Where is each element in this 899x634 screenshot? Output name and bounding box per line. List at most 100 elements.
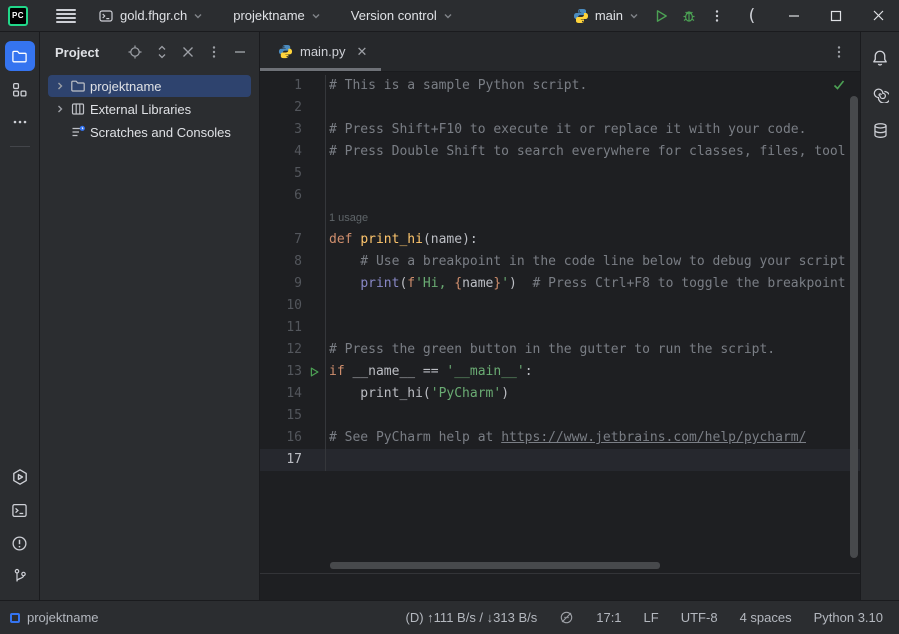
project-folder-icon[interactable] (5, 41, 35, 71)
gutter-slot (302, 75, 326, 97)
run-button[interactable] (647, 2, 675, 30)
horizontal-scrollbar[interactable] (330, 562, 660, 569)
code-line-3[interactable]: 3# Press Shift+F10 to execute it or repl… (260, 119, 860, 141)
ai-assistant-icon[interactable] (865, 79, 895, 109)
inspections-ok-check-icon[interactable] (832, 78, 846, 92)
line-number: 4 (260, 141, 302, 163)
line-number: 17 (260, 449, 302, 471)
code-line-2[interactable]: 2 (260, 97, 860, 119)
line-number: 10 (260, 295, 302, 317)
remote-host-button[interactable]: gold.fhgr.ch (90, 4, 211, 28)
code-line-14[interactable]: 14 print_hi('PyCharm') (260, 383, 860, 405)
project-selector-button[interactable]: projektname (225, 4, 329, 27)
usages-inlay-hint[interactable]: 1 usage (326, 207, 368, 229)
crescent-icon[interactable]: ( (731, 0, 773, 32)
version-control-icon[interactable] (5, 561, 35, 591)
gutter-slot (302, 339, 326, 361)
more-actions-icon[interactable] (703, 2, 731, 30)
project-tree: projektnameExternal LibrariesScratches a… (40, 72, 259, 143)
project-status-icon (10, 613, 20, 623)
code-line-10[interactable]: 10 (260, 295, 860, 317)
tab-bar-more-icon[interactable] (832, 45, 860, 59)
line-separator-widget[interactable]: LF (644, 610, 659, 625)
interpreter-widget[interactable]: Python 3.10 (814, 610, 883, 625)
project-panel-title: Project (55, 45, 99, 60)
chevron-right-icon[interactable] (51, 104, 68, 114)
line-number: 13 (260, 361, 302, 383)
notifications-icon[interactable] (865, 43, 895, 73)
line-number: 7 (260, 229, 302, 251)
gutter-slot (302, 141, 326, 163)
code-line-4[interactable]: 4# Press Double Shift to search everywhe… (260, 141, 860, 163)
tree-item-external-libraries[interactable]: External Libraries (48, 98, 251, 120)
left-strip-bottom (5, 459, 35, 594)
code-line-5[interactable]: 5 (260, 163, 860, 185)
hide-panel-icon[interactable] (233, 45, 247, 59)
debug-button[interactable] (675, 2, 703, 30)
inlay-row: 1 usage (260, 207, 860, 229)
tree-item-projektname[interactable]: projektname (48, 75, 251, 97)
services-icon[interactable] (5, 462, 35, 492)
chevron-down-icon (193, 11, 203, 21)
left-strip-top (5, 38, 35, 140)
code-line-1[interactable]: 1# This is a sample Python script. (260, 75, 860, 97)
version-control-button[interactable]: Version control (343, 4, 461, 27)
database-icon[interactable] (865, 115, 895, 145)
run-line-gutter-icon[interactable] (302, 361, 326, 383)
main-menu-burger-icon[interactable] (56, 9, 76, 23)
python-file-icon (278, 44, 293, 59)
gutter-slot (302, 383, 326, 405)
line-number: 5 (260, 163, 302, 185)
more-tool-windows-icon[interactable] (5, 107, 35, 137)
chevron-right-icon[interactable] (51, 81, 68, 91)
close-button[interactable] (857, 0, 899, 32)
line-number: 16 (260, 427, 302, 449)
line-number: 8 (260, 251, 302, 273)
locate-file-icon[interactable] (127, 44, 143, 60)
code-line-11[interactable]: 11 (260, 317, 860, 339)
code-line-13[interactable]: 13if __name__ == '__main__': (260, 361, 860, 383)
gutter-slot (302, 119, 326, 141)
code-line-7[interactable]: 7def print_hi(name): (260, 229, 860, 251)
code-line-8[interactable]: 8 # Use a breakpoint in the code line be… (260, 251, 860, 273)
structure-icon[interactable] (5, 74, 35, 104)
remote-terminal-icon (98, 8, 114, 24)
strip-divider (10, 146, 30, 147)
code-line-15[interactable]: 15 (260, 405, 860, 427)
library-icon (68, 101, 88, 117)
line-number: 6 (260, 185, 302, 207)
more-options-icon[interactable] (207, 45, 221, 59)
code-line-16[interactable]: 16# See PyCharm help at https://www.jetb… (260, 427, 860, 449)
gutter-slot (302, 97, 326, 119)
statusbar-project-name: projektname (27, 610, 99, 625)
vertical-scrollbar[interactable] (850, 96, 858, 558)
problems-icon[interactable] (5, 528, 35, 558)
code-line-12[interactable]: 12# Press the green button in the gutter… (260, 339, 860, 361)
minimize-button[interactable] (773, 0, 815, 32)
terminal-icon[interactable] (5, 495, 35, 525)
gutter-slot (302, 295, 326, 317)
tree-item-scratches-and-consoles[interactable]: Scratches and Consoles (48, 121, 251, 143)
chevron-down-icon (443, 11, 453, 21)
tab-main-py[interactable]: main.py ✕ (260, 32, 381, 71)
line-number: 3 (260, 119, 302, 141)
left-tool-strip (0, 32, 40, 600)
expand-collapse-icon[interactable] (155, 44, 169, 60)
encoding-widget[interactable]: UTF-8 (681, 610, 718, 625)
gutter-slot (302, 449, 326, 471)
code-editor[interactable]: 1# This is a sample Python script.23# Pr… (260, 72, 860, 600)
code-line-17[interactable]: 17 (260, 449, 860, 471)
gutter-slot (302, 229, 326, 251)
indent-widget[interactable]: 4 spaces (740, 610, 792, 625)
title-bar: PC gold.fhgr.ch projektname Version cont… (0, 0, 899, 32)
maximize-button[interactable] (815, 0, 857, 32)
code-line-9[interactable]: 9 print(f'Hi, {name}') # Press Ctrl+F8 t… (260, 273, 860, 295)
highlighting-off-icon[interactable] (559, 610, 574, 625)
tab-close-icon[interactable]: ✕ (353, 44, 368, 60)
project-tool-window: Project projektnameExternal Libr (40, 32, 260, 600)
caret-position-widget[interactable]: 17:1 (596, 610, 621, 625)
network-stats: (D) ↑111 B/s / ↓313 B/s (406, 610, 538, 625)
collapse-all-icon[interactable] (181, 45, 195, 59)
code-line-6[interactable]: 6 (260, 185, 860, 207)
run-configuration-selector[interactable]: main (565, 4, 647, 28)
